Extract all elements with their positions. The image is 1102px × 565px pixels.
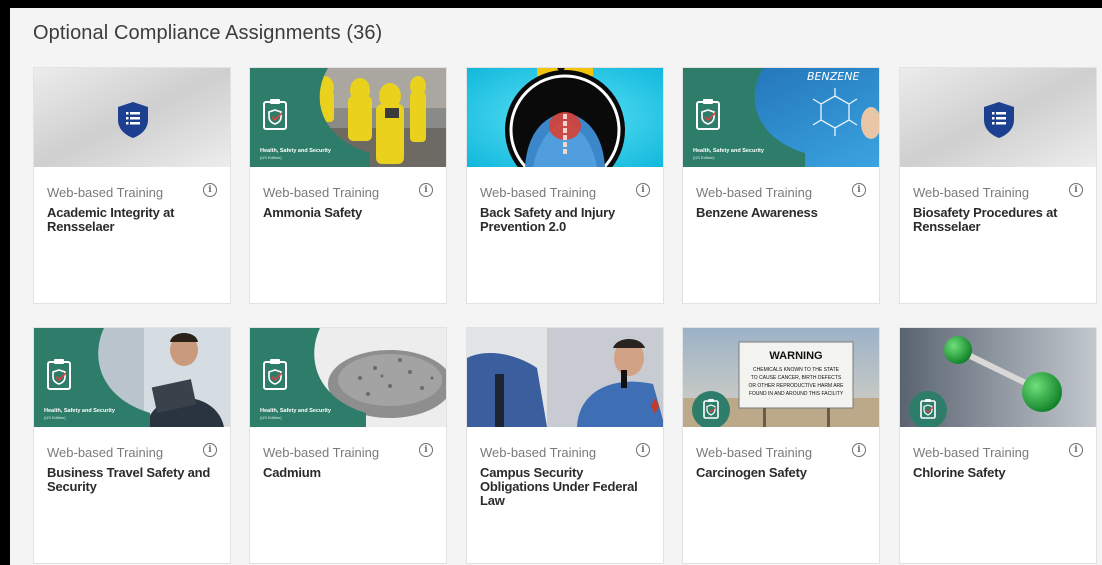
course-card-biosafety-procedures[interactable]: Web-based Training i Biosafety Procedure… <box>899 67 1097 304</box>
course-type: Web-based Training <box>696 445 813 460</box>
course-type: Web-based Training <box>913 445 1030 460</box>
info-icon[interactable]: i <box>1069 183 1083 197</box>
info-icon[interactable]: i <box>419 183 433 197</box>
banner-edition: (US Edition) <box>260 155 282 160</box>
warning-sign-title: WARNING <box>769 350 822 362</box>
course-type: Web-based Training <box>47 445 164 460</box>
course-type: Web-based Training <box>913 185 1030 200</box>
course-thumbnail: Health, Safety and Security (US Edition) <box>250 328 446 427</box>
spine-xray-image <box>467 68 663 167</box>
course-type: Web-based Training <box>480 445 597 460</box>
course-card-carcinogen-safety[interactable]: WARNING CHEMICALS KNOWN TO THE STATE TO … <box>682 327 880 564</box>
assignments-panel: Optional Compliance Assignments (36) Web… <box>10 8 1102 565</box>
info-icon[interactable]: i <box>636 183 650 197</box>
course-card-campus-security[interactable]: Web-based Training i Campus Security Obl… <box>466 327 664 564</box>
info-icon[interactable]: i <box>419 443 433 457</box>
course-type: Web-based Training <box>263 445 380 460</box>
course-thumbnail: Health, Safety and Security (US Edition) <box>34 328 230 427</box>
banner-label: Health, Safety and Security <box>260 148 332 154</box>
course-type: Web-based Training <box>263 185 380 200</box>
course-title[interactable]: Campus Security Obligations Under Federa… <box>480 466 652 508</box>
course-type: Web-based Training <box>696 185 813 200</box>
course-thumbnail <box>467 68 663 167</box>
course-title[interactable]: Chlorine Safety <box>913 466 1085 480</box>
course-thumbnail: WARNING CHEMICALS KNOWN TO THE STATE TO … <box>683 328 879 427</box>
benzene-chalk-text: BENZENE <box>807 70 859 83</box>
course-thumbnail <box>467 328 663 427</box>
banner-label: Health, Safety and Security <box>693 148 765 154</box>
info-icon[interactable]: i <box>852 183 866 197</box>
info-icon[interactable]: i <box>203 183 217 197</box>
course-title[interactable]: Back Safety and Injury Prevention 2.0 <box>480 206 652 234</box>
course-title[interactable]: Business Travel Safety and Security <box>47 466 219 494</box>
course-title[interactable]: Cadmium <box>263 466 435 480</box>
warning-line: FOUND IN AND AROUND THIS FACILITY <box>749 391 844 397</box>
warning-line: OR OTHER REPRODUCTIVE HARM ARE <box>748 383 844 389</box>
banner-edition: (US Edition) <box>260 415 282 420</box>
course-thumbnail: BENZENE Health, Safety and Security (US … <box>683 68 879 167</box>
info-icon[interactable]: i <box>1069 443 1083 457</box>
course-title[interactable]: Biosafety Procedures at Rensselaer <box>913 206 1085 234</box>
course-thumbnail <box>900 328 1096 427</box>
course-card-academic-integrity[interactable]: Web-based Training i Academic Integrity … <box>33 67 231 304</box>
course-type: Web-based Training <box>480 185 597 200</box>
course-card-business-travel[interactable]: Health, Safety and Security (US Edition)… <box>33 327 231 564</box>
info-icon[interactable]: i <box>852 443 866 457</box>
course-card-ammonia-safety[interactable]: Health, Safety and Security (US Edition)… <box>249 67 447 304</box>
warning-line: TO CAUSE CANCER, BIRTH DEFECTS <box>751 375 842 381</box>
security-officer-image <box>467 328 663 427</box>
banner-edition: (US Edition) <box>693 155 715 160</box>
course-thumbnail <box>34 68 230 167</box>
course-title[interactable]: Ammonia Safety <box>263 206 435 220</box>
info-icon[interactable]: i <box>203 443 217 457</box>
course-title[interactable]: Academic Integrity at Rensselaer <box>47 206 219 234</box>
course-card-benzene-awareness[interactable]: BENZENE Health, Safety and Security (US … <box>682 67 880 304</box>
course-title[interactable]: Carcinogen Safety <box>696 466 868 480</box>
banner-label: Health, Safety and Security <box>260 408 332 414</box>
warning-line: CHEMICALS KNOWN TO THE STATE <box>753 367 840 373</box>
course-title[interactable]: Benzene Awareness <box>696 206 868 220</box>
course-card-cadmium[interactable]: Health, Safety and Security (US Edition)… <box>249 327 447 564</box>
info-icon[interactable]: i <box>636 443 650 457</box>
course-card-chlorine-safety[interactable]: Web-based Training i Chlorine Safety <box>899 327 1097 564</box>
course-card-back-safety[interactable]: Web-based Training i Back Safety and Inj… <box>466 67 664 304</box>
banner-edition: (US Edition) <box>44 415 66 420</box>
course-thumbnail <box>900 68 1096 167</box>
page-title: Optional Compliance Assignments (36) <box>33 22 383 44</box>
banner-label: Health, Safety and Security <box>44 408 116 414</box>
course-type: Web-based Training <box>47 185 164 200</box>
course-thumbnail: Health, Safety and Security (US Edition) <box>250 68 446 167</box>
